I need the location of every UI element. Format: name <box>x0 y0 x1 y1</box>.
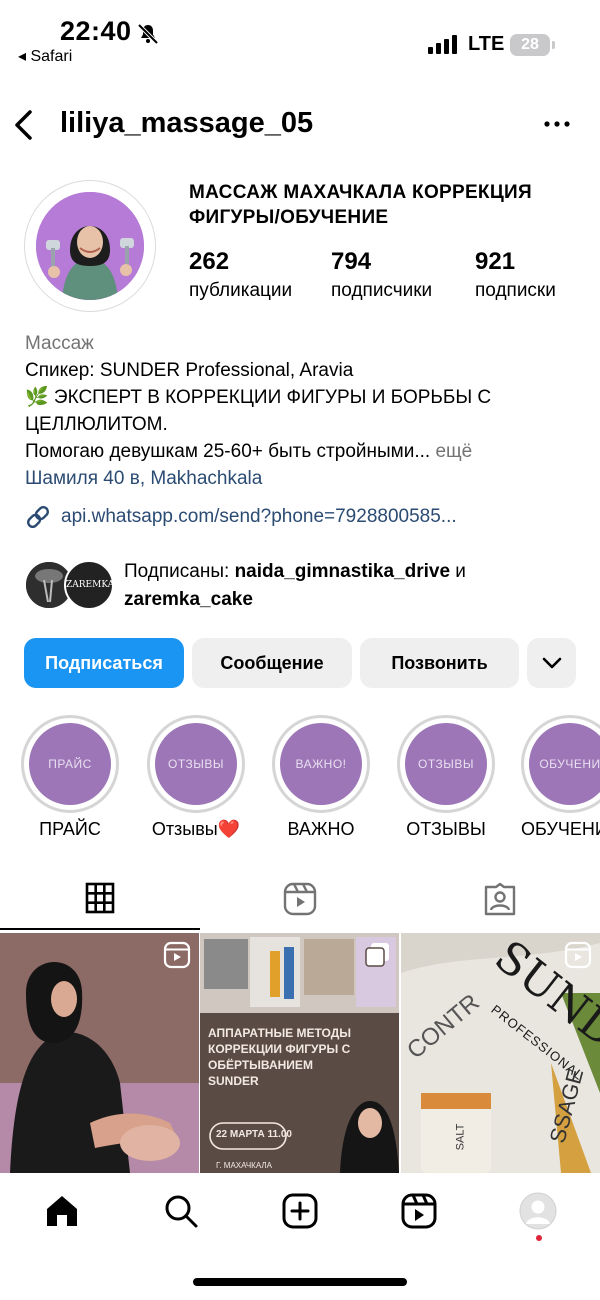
tab-reels[interactable] <box>200 868 400 930</box>
profile-header: liliya_massage_05 <box>0 100 600 150</box>
content-tabs <box>0 868 600 930</box>
profile-avatar-icon <box>519 1192 557 1230</box>
nav-profile[interactable] <box>518 1191 558 1231</box>
avatar-photo <box>36 192 144 300</box>
post-tile[interactable]: SUNDER PROFESSIONAL CONTR SSAGE SALT <box>401 933 600 1173</box>
tagged-icon <box>484 882 516 916</box>
stat-followers[interactable]: 794 подписчики <box>331 248 432 302</box>
tab-tagged[interactable] <box>400 868 600 930</box>
stat-value: 262 <box>189 248 230 275</box>
carousel-badge-icon <box>365 943 389 967</box>
grid-icon <box>85 882 115 914</box>
nav-home[interactable] <box>42 1191 82 1231</box>
signal-icon <box>428 35 457 54</box>
bio-line: 🌿 ЭКСПЕРТ В КОРРЕКЦИИ ФИГУРЫ И БОРЬБЫ С … <box>25 387 492 435</box>
search-icon <box>165 1195 198 1228</box>
avatar[interactable] <box>36 192 144 300</box>
mutual-joiner: и <box>450 561 466 582</box>
highlight-cover: ОБУЧЕНИ <box>529 723 600 805</box>
highlight-title: ОТЗЫВЫ <box>406 819 486 839</box>
highlight-cover: ВАЖНО! <box>280 723 362 805</box>
highlight-ring: ВАЖНО! <box>272 715 370 813</box>
story-highlight[interactable]: ОТЗЫВЫ Отзывы❤️ <box>146 715 246 840</box>
chevron-down-icon <box>542 657 561 669</box>
nav-reels[interactable] <box>399 1191 439 1231</box>
bio-line-truncated: Помогаю девушкам 25-60+ быть стройными..… <box>25 438 585 465</box>
back-to-app-link[interactable]: ◂ Safari <box>18 46 72 66</box>
status-bar: 22:40 ◂ Safari LTE 28 <box>0 0 600 80</box>
mutual-followers[interactable]: ZAREMKA Подписаны: naida_gimnastika_driv… <box>24 558 594 614</box>
highlight-ring: ОТЗЫВЫ <box>147 715 245 813</box>
story-highlight[interactable]: ПРАЙС ПРАЙС <box>20 715 120 840</box>
stat-value: 921 <box>475 248 516 275</box>
nav-create[interactable] <box>280 1191 320 1231</box>
post-date: 22 МАРТА 11.00 <box>216 1129 292 1140</box>
bio-line: Спикер: SUNDER Professional, Aravia <box>25 360 354 381</box>
battery-indicator: 28 <box>510 34 550 56</box>
clock: 22:40 <box>60 16 132 46</box>
highlight-cover: ПРАЙС <box>29 723 111 805</box>
call-button[interactable]: Позвонить <box>360 638 519 688</box>
page-title: liliya_massage_05 <box>60 107 314 139</box>
highlight-title: ВАЖНО <box>287 819 355 839</box>
stat-value: 794 <box>331 248 372 275</box>
bottom-nav <box>0 1173 600 1253</box>
mutual-user-link[interactable]: naida_gimnastika_drive <box>235 561 450 582</box>
highlight-cover: ОТЗЫВЫ <box>405 723 487 805</box>
highlight-ring: ОБУЧЕНИ <box>521 715 600 813</box>
home-icon <box>47 1196 77 1226</box>
bio-text: Помогаю девушкам 25-60+ быть стройными..… <box>25 441 431 462</box>
reel-badge-icon <box>163 941 191 969</box>
highlight-ring: ОТЗЫВЫ <box>397 715 495 813</box>
highlight-cover: ОТЗЫВЫ <box>155 723 237 805</box>
reel-badge-icon <box>564 941 592 969</box>
highlight-title: ПРАЙС <box>39 819 101 839</box>
highlight-ring: ПРАЙС <box>21 715 119 813</box>
stat-posts[interactable]: 262 публикации <box>189 248 292 302</box>
bell-slash-icon <box>137 23 159 45</box>
post-city: Г. МАХАЧКАЛА <box>216 1161 272 1170</box>
story-highlight[interactable]: ОБУЧЕНИ ОБУЧЕНИ <box>521 715 600 840</box>
nav-search[interactable] <box>161 1191 201 1231</box>
post-jar-label: SALT <box>454 1123 467 1151</box>
stat-following[interactable]: 921 подписки <box>475 248 556 302</box>
highlight-title: Отзывы❤️ <box>151 819 241 839</box>
home-indicator[interactable] <box>193 1278 407 1286</box>
bio-external-link[interactable]: api.whatsapp.com/send?phone=7928800585..… <box>25 503 457 531</box>
profile-display-name: МАССАЖ МАХАЧКАЛА КОРРЕКЦИЯ ФИГУРЫ/ОБУЧЕН… <box>189 182 532 228</box>
mutual-avatar: ZAREMKA <box>64 560 114 610</box>
follow-button[interactable]: Подписаться <box>24 638 184 688</box>
stat-label: подписки <box>475 280 556 301</box>
stat-label: публикации <box>189 280 293 301</box>
bio-category: Массаж <box>25 333 94 354</box>
notification-dot <box>536 1235 542 1241</box>
highlight-title: ОБУЧЕНИ <box>521 819 600 839</box>
message-button[interactable]: Сообщение <box>192 638 352 688</box>
post-tile[interactable]: АППАРАТНЫЕ МЕТОДЫ КОРРЕКЦИИ ФИГУРЫ С ОБЁ… <box>200 933 399 1173</box>
reels-icon <box>283 882 317 916</box>
reels-icon <box>401 1193 437 1229</box>
posts-grid: АППАРАТНЫЕ МЕТОДЫ КОРРЕКЦИИ ФИГУРЫ С ОБЁ… <box>0 933 600 1173</box>
more-options-icon[interactable] <box>542 112 572 136</box>
post-image <box>0 933 199 1173</box>
back-arrow-icon[interactable] <box>10 108 38 142</box>
mutual-prefix: Подписаны: <box>124 561 235 582</box>
bio-more-link[interactable]: ещё <box>430 441 472 462</box>
network-type: LTE <box>468 33 505 55</box>
bio-location-link[interactable]: Шамиля 40 в, Makhachkala <box>25 465 585 492</box>
post-heading: АППАРАТНЫЕ МЕТОДЫ КОРРЕКЦИИ ФИГУРЫ С ОБЁ… <box>208 1026 352 1088</box>
story-highlight[interactable]: ВАЖНО! ВАЖНО <box>271 715 371 840</box>
mutual-followers-text: Подписаны: naida_gimnastika_drive и zare… <box>124 558 466 614</box>
suggested-accounts-button[interactable] <box>527 638 576 688</box>
mutual-user-link[interactable]: zaremka_cake <box>124 589 253 610</box>
add-post-icon <box>282 1193 318 1229</box>
link-icon <box>26 505 50 529</box>
post-tile[interactable] <box>0 933 199 1173</box>
tab-grid[interactable] <box>0 868 200 930</box>
story-highlight[interactable]: ОТЗЫВЫ ОТЗЫВЫ <box>396 715 496 840</box>
battery-tip <box>552 41 555 49</box>
stat-label: подписчики <box>331 280 433 301</box>
link-url: api.whatsapp.com/send?phone=7928800585..… <box>61 506 457 527</box>
bio: Массаж Спикер: SUNDER Professional, Arav… <box>25 330 585 492</box>
